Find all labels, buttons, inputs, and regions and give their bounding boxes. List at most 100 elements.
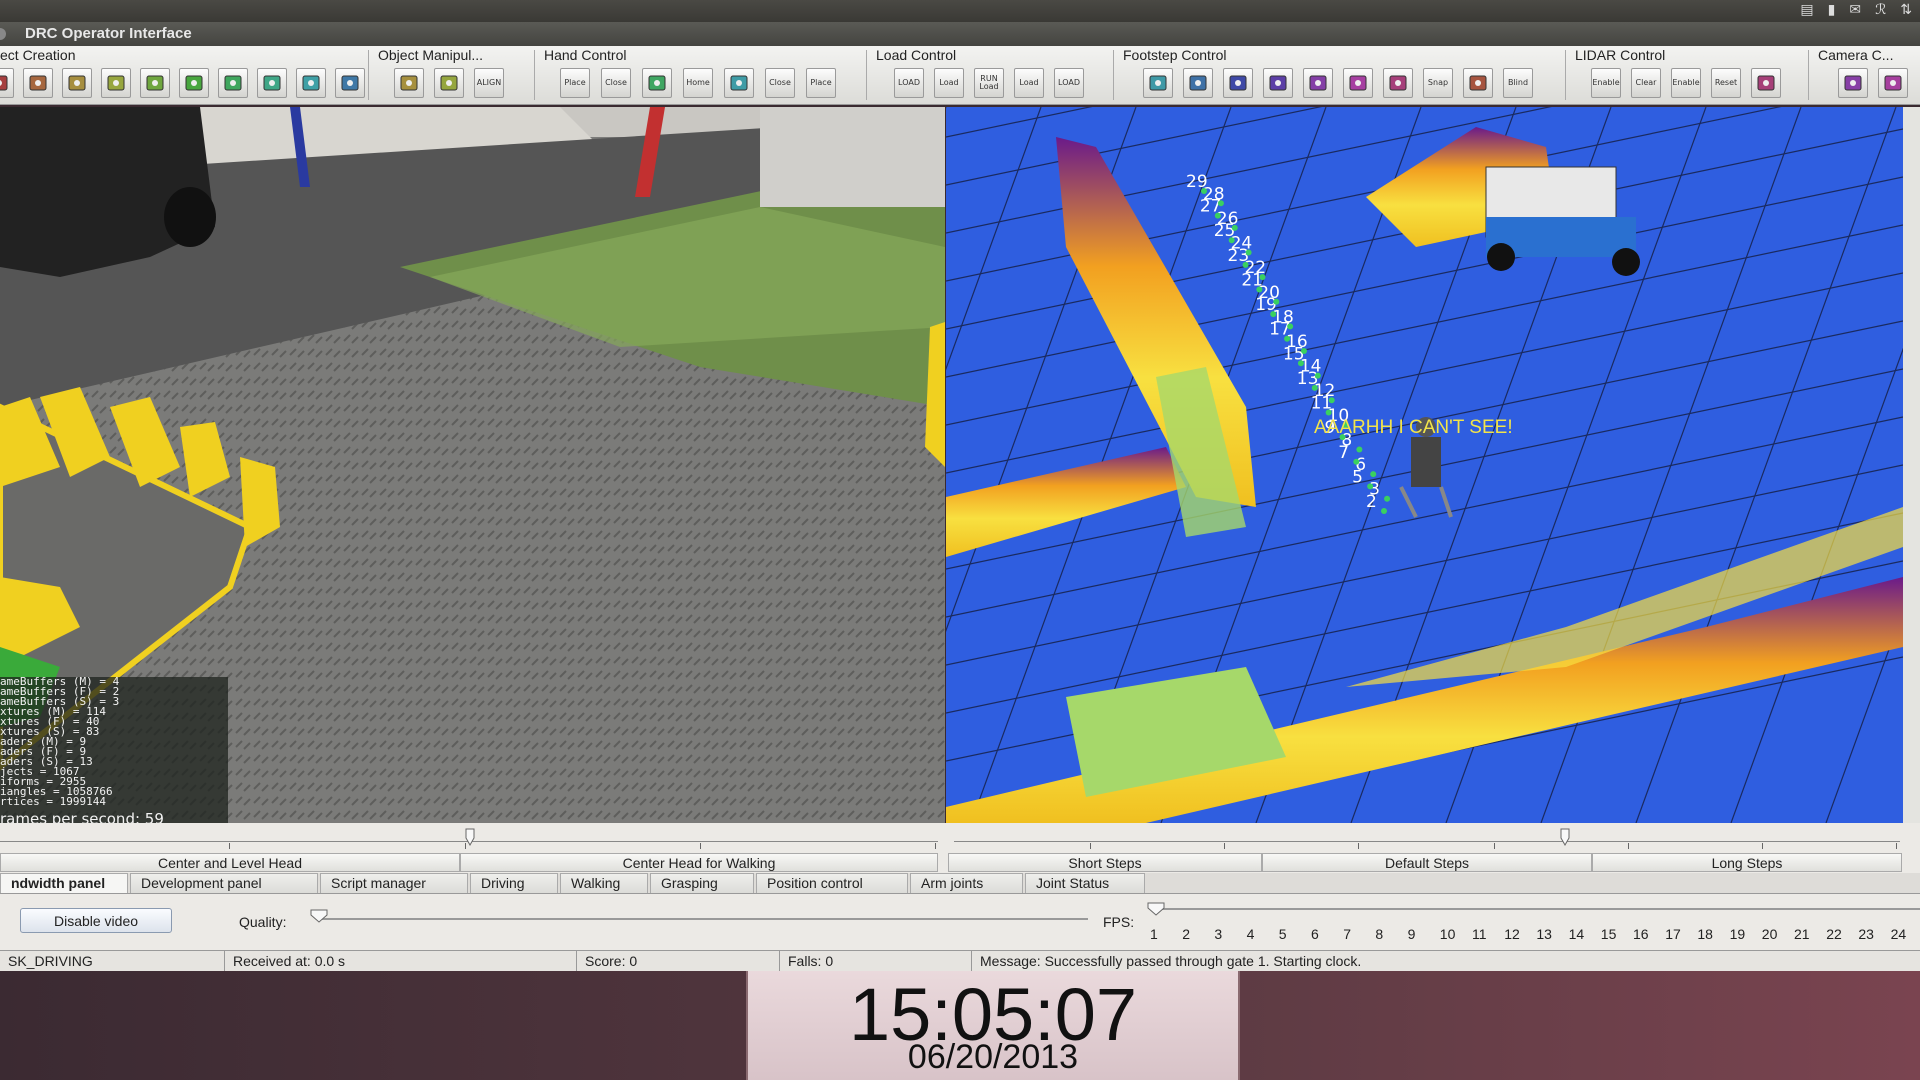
tab-0[interactable]: ndwidth panel — [0, 873, 128, 893]
move-icon[interactable] — [394, 68, 424, 98]
step-icon[interactable] — [1183, 68, 1213, 98]
footstep-marker[interactable] — [1287, 323, 1294, 330]
network-icon[interactable]: ⇅ — [1900, 2, 1912, 18]
update-icon[interactable] — [140, 68, 170, 98]
footstep-marker[interactable] — [1270, 311, 1277, 318]
fps-slider-thumb[interactable] — [1147, 901, 1165, 920]
tab-8[interactable]: Joint Status — [1025, 873, 1145, 893]
tab-7[interactable]: Arm joints — [910, 873, 1023, 893]
head-slider-thumb[interactable] — [465, 828, 475, 847]
footstep-marker[interactable] — [1311, 384, 1318, 391]
step-icon[interactable] — [1263, 68, 1293, 98]
quality-slider-track[interactable] — [318, 918, 1088, 920]
vehicle-icon[interactable] — [0, 68, 14, 98]
footstep-marker[interactable] — [1367, 483, 1374, 490]
camera-icon[interactable] — [1878, 68, 1908, 98]
step-icon[interactable] — [1143, 68, 1173, 98]
battery-icon[interactable]: ▮ — [1828, 2, 1836, 18]
disable-video-button[interactable]: Disable video — [20, 908, 172, 933]
footstep-marker[interactable] — [1384, 495, 1391, 502]
fps-label: FPS: — [1103, 914, 1135, 930]
center-head-walking-button[interactable]: Center Head for Walking — [460, 853, 938, 872]
footstep-marker[interactable] — [1284, 335, 1291, 342]
center-level-head-button[interactable]: Center and Level Head — [0, 853, 460, 872]
arch-icon[interactable] — [1463, 68, 1493, 98]
place-icon[interactable]: Place — [560, 68, 590, 98]
align-icon[interactable]: ALIGN — [474, 68, 504, 98]
snap-icon[interactable]: Snap — [1423, 68, 1453, 98]
tab-6[interactable]: Position control — [756, 873, 908, 893]
fps-tick-label: 21 — [1794, 926, 1810, 942]
lidar-3d-view[interactable]: 2 3 5 6 7 8 9 10 11 12 13 14 15 16 17 18 19 20 21 22 23 24 25 2… — [946, 107, 1903, 823]
short-steps-button[interactable]: Short Steps — [948, 853, 1262, 872]
box-icon[interactable] — [23, 68, 53, 98]
eye-icon[interactable] — [1838, 68, 1868, 98]
fps-slider-track[interactable] — [1155, 908, 1920, 910]
footstep-marker[interactable] — [1328, 397, 1335, 404]
place-alt-icon[interactable]: Place — [806, 68, 836, 98]
blank-icon[interactable] — [642, 68, 672, 98]
camera-view[interactable]: ameBuffers (M) = 4 ameBuffers (F) = 2 ameB… — [0, 107, 945, 823]
footstep-marker[interactable] — [1356, 446, 1363, 453]
close-icon[interactable]: Close — [601, 68, 631, 98]
footstep-marker[interactable] — [1325, 409, 1332, 416]
window-control[interactable] — [0, 28, 6, 40]
crossed-tool-icon[interactable] — [335, 68, 365, 98]
load-icon[interactable]: Load — [934, 68, 964, 98]
tool-icon[interactable] — [296, 68, 326, 98]
footstep-marker[interactable] — [1214, 212, 1221, 219]
load-icon[interactable]: Load — [1014, 68, 1044, 98]
tab-4[interactable]: Walking — [560, 873, 648, 893]
footstep-marker[interactable] — [1301, 348, 1307, 354]
tab-5[interactable]: Grasping — [650, 873, 754, 893]
view-divider-scrollbar[interactable] — [1903, 107, 1920, 823]
lidar-enable-icon[interactable]: Enable — [1591, 68, 1621, 98]
lidar-enable-alt-icon[interactable]: Enable — [1671, 68, 1701, 98]
footstep-marker[interactable] — [1245, 249, 1252, 256]
fps-tick-label: 10 — [1439, 926, 1456, 942]
home-icon[interactable]: Home — [683, 68, 713, 98]
grid-icon[interactable] — [62, 68, 92, 98]
footstep-marker[interactable] — [1297, 360, 1304, 367]
step-slider-thumb[interactable] — [1560, 828, 1570, 847]
load-icon[interactable]: LOAD — [894, 68, 924, 98]
footstep-marker[interactable] — [1201, 188, 1207, 194]
footstep-marker[interactable] — [1381, 508, 1387, 514]
car-alt-icon[interactable] — [179, 68, 209, 98]
footstep-marker[interactable] — [1228, 237, 1235, 244]
run-load-icon[interactable]: RUN Load — [974, 68, 1004, 98]
ring-icon[interactable] — [218, 68, 248, 98]
footstep-marker[interactable] — [1256, 286, 1263, 293]
footstep-marker[interactable] — [1353, 458, 1360, 465]
step-icon[interactable] — [1343, 68, 1373, 98]
default-steps-button[interactable]: Default Steps — [1262, 853, 1592, 872]
blind-icon[interactable]: Blind — [1503, 68, 1533, 98]
blank-icon[interactable] — [724, 68, 754, 98]
lidar-dark-icon[interactable] — [1751, 68, 1781, 98]
bluetooth-icon[interactable]: ℛ — [1875, 2, 1886, 18]
footstep-marker[interactable] — [1370, 471, 1377, 478]
tab-1[interactable]: Development panel — [130, 873, 318, 893]
steps-icon[interactable] — [1303, 68, 1333, 98]
close-alt-icon[interactable]: Close — [765, 68, 795, 98]
load-icon[interactable]: LOAD — [1054, 68, 1084, 98]
long-steps-button[interactable]: Long Steps — [1592, 853, 1902, 872]
footstep-marker[interactable] — [1314, 372, 1321, 379]
footstep-marker[interactable] — [1242, 261, 1249, 268]
tab-3[interactable]: Driving — [470, 873, 558, 893]
lidar-clear-icon[interactable]: Clear — [1631, 68, 1661, 98]
table-icon[interactable] — [257, 68, 287, 98]
mail-icon[interactable]: ✉ — [1849, 2, 1861, 18]
footstep-marker[interactable] — [1231, 224, 1238, 231]
tab-2[interactable]: Script manager — [320, 873, 468, 893]
footstep-marker[interactable] — [1217, 200, 1224, 207]
delete-step-icon[interactable] — [1383, 68, 1413, 98]
lidar-reset-icon[interactable]: Reset — [1711, 68, 1741, 98]
rotate-icon[interactable] — [434, 68, 464, 98]
folder-icon[interactable]: ▤ — [1800, 2, 1813, 18]
car-icon[interactable] — [101, 68, 131, 98]
quality-slider-thumb[interactable] — [310, 908, 328, 927]
step-icon[interactable] — [1223, 68, 1253, 98]
footstep-marker[interactable] — [1273, 298, 1280, 305]
footstep-marker[interactable] — [1259, 274, 1266, 281]
